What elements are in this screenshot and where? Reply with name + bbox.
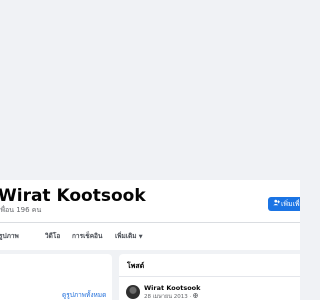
posts-divider <box>119 276 300 277</box>
friends-count: เพื่อน 196 คน <box>0 206 42 214</box>
post-meta: 28 เมษายน 2013 · <box>144 293 198 300</box>
posts-heading: โพสต์ <box>127 262 145 270</box>
caret-down-icon: ▼ <box>138 234 143 240</box>
profile-name: Wirat Kootsook <box>0 186 146 206</box>
dot-separator: · <box>189 294 192 300</box>
globe-icon <box>193 293 198 300</box>
add-person-icon <box>273 197 281 211</box>
header-divider <box>0 222 300 223</box>
add-friend-label: เพิ่มเพื่อน <box>281 200 300 208</box>
add-friend-button[interactable]: เพิ่มเพื่อน <box>268 197 300 211</box>
post-date[interactable]: 28 เมษายน 2013 <box>144 294 188 300</box>
tab-more-label: เพิ่มเติม <box>115 232 137 240</box>
tab-videos[interactable]: วิดีโอ <box>45 229 60 243</box>
avatar[interactable] <box>126 285 140 299</box>
tab-more[interactable]: เพิ่มเติม ▼ <box>115 229 143 244</box>
post-author[interactable]: Wirat Kootsook <box>144 284 200 293</box>
tab-photos[interactable]: รูปภาพ <box>0 229 19 243</box>
see-all-photos-link[interactable]: ดูรูปภาพทั้งหมด <box>62 291 106 300</box>
tab-checkins[interactable]: การเช็คอิน <box>72 229 102 243</box>
profile-page: Wirat Kootsook เพื่อน 196 คน เพิ่มเพื่อน… <box>0 0 300 300</box>
